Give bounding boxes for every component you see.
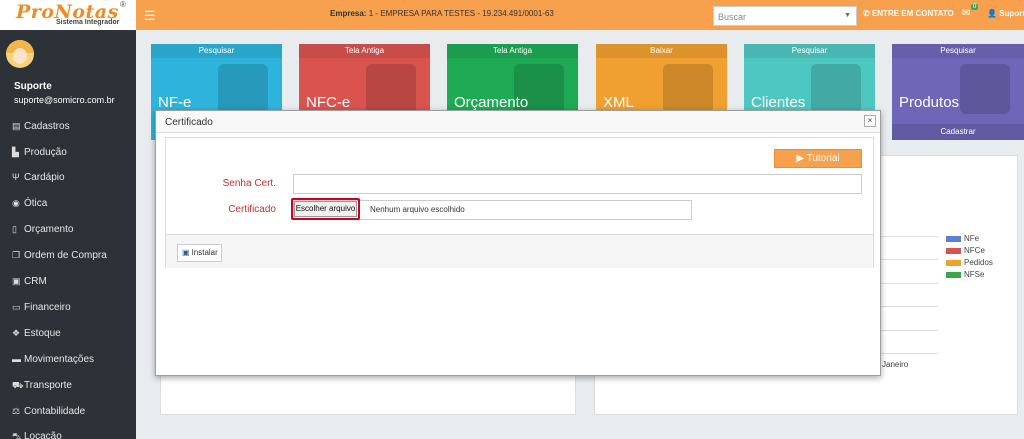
tile-title: XML (603, 94, 634, 111)
caret-down-icon: ▼ (844, 12, 851, 19)
copy-icon: ❐ (12, 250, 21, 260)
cutlery-icon: Ψ (12, 172, 20, 182)
factory-icon: ▙ (12, 147, 19, 157)
tile-header: Tela Antiga (299, 44, 430, 58)
tile-title: NF-e (158, 94, 192, 111)
sidebar: Suporte suporte@somicro.com.br ▤ Cadastro… (0, 30, 136, 439)
sidebar-item-cadastros[interactable]: ▤ Cadastros (12, 121, 70, 132)
sidebar-item-transporte[interactable]: ⛟Transporte (12, 380, 72, 392)
certificado-file-input[interactable]: Escolher arquivo Nenhum arquivo escolhid… (291, 198, 692, 220)
sidebar-item-movimentacoes[interactable]: ▬ Movimentações (12, 354, 94, 365)
cubes-icon: ❖ (12, 328, 21, 338)
company-info: Empresa: 1 - EMPRESA PARA TESTES - 19.23… (330, 9, 554, 18)
tile-header: Baixar (596, 44, 727, 58)
money-icon: ▭ (12, 302, 21, 312)
tutorial-button[interactable]: ▶ Tutorial (774, 149, 862, 168)
truck-icon: ⛟ (12, 380, 24, 390)
logo-registered-mark: ® (120, 0, 126, 9)
close-icon[interactable]: × (864, 115, 876, 127)
sidebar-item-financeiro[interactable]: ▭ Financeiro (12, 302, 71, 313)
mail-badge: 0 (971, 4, 979, 10)
contact-link[interactable]: ✆ ENTRE EM CONTATO (863, 9, 954, 18)
install-label: Instalar (191, 248, 218, 257)
tile-title: Clientes (751, 94, 806, 111)
sidebar-item-orcamento[interactable]: ▯ Orçamento (12, 224, 73, 235)
phone-icon: ✆ (863, 9, 870, 18)
sidebar-item-producao[interactable]: ▙ Produção (12, 147, 67, 158)
tile-header: Pesquisar (892, 44, 1024, 58)
modal-title: Certificado (165, 117, 213, 128)
tile-produtos[interactable]: Pesquisar Produtos Cadastrar (892, 44, 1024, 140)
top-bar: ProNotas ® Sistema Integrador ☰ Empresa:… (0, 0, 1024, 30)
file-icon: ▯ (12, 224, 17, 234)
company-label: Empresa: (330, 9, 367, 18)
certificado-modal: Certificado × ▶ Tutorial Senha Cert. Cer… (155, 110, 881, 376)
senha-cert-input[interactable] (293, 174, 862, 194)
install-button[interactable]: ▣ Instalar (177, 244, 222, 262)
envelope-icon[interactable]: ✉ (962, 8, 970, 19)
avatar (6, 40, 34, 68)
certificado-label: Certificado (228, 204, 276, 215)
choose-file-button[interactable]: Escolher arquivo (294, 201, 357, 217)
logo[interactable]: ProNotas ® Sistema Integrador (0, 0, 136, 30)
sidebar-item-cardapio[interactable]: Ψ Cardápio (12, 172, 65, 183)
chart-gridline (880, 236, 938, 237)
chart-gridline (880, 353, 938, 354)
user-name: Suporte (14, 81, 52, 92)
tile-title: NFC-e (306, 94, 351, 111)
form-footer: ▣ Instalar (166, 234, 873, 268)
chart-gridline (880, 330, 938, 331)
eye-icon: ◉ (12, 198, 20, 208)
chart-gridline (880, 259, 938, 260)
user-email: suporte@somicro.com.br (14, 95, 115, 105)
file-button-highlight: Escolher arquivo (291, 198, 360, 220)
balance-icon: ⚖ (12, 406, 21, 416)
legend-item-nfce: NFCe (946, 246, 985, 255)
tile-header: Pesquisar (151, 44, 282, 58)
legend-item-nfse: NFSe (946, 270, 984, 279)
tile-title: Produtos (899, 94, 960, 111)
sidebar-item-locacao[interactable]: ⛍ Locação (12, 431, 62, 439)
tile-footer[interactable]: Cadastrar (892, 124, 1024, 140)
book-icon: ▬ (12, 354, 21, 364)
search-select[interactable]: Buscar ▼ (713, 6, 857, 26)
sidebar-item-contabilidade[interactable]: ⚖ Contabilidade (12, 406, 85, 417)
balance-scale-icon (663, 64, 713, 114)
save-icon: ▣ (182, 248, 190, 257)
play-icon: ▶ (796, 153, 805, 164)
sidebar-item-crm[interactable]: ▣ CRM (12, 276, 47, 287)
user-menu[interactable]: 👤 Suporte (987, 9, 1024, 18)
file-icon: ▤ (12, 121, 21, 131)
tile-title: Orçamento (454, 94, 529, 111)
legend-item-pedidos: Pedidos (946, 258, 993, 267)
sidebar-item-otica[interactable]: ◉ Ótica (12, 198, 47, 209)
chart-gridline (880, 306, 938, 307)
chart-gridline (880, 283, 938, 284)
search-placeholder: Buscar (718, 12, 747, 22)
document-icon (218, 64, 268, 114)
tutorial-label: Tutorial (806, 153, 840, 164)
senha-label: Senha Cert. (222, 178, 276, 189)
car-icon: ⛍ (12, 431, 22, 439)
sidebar-item-ordem-de-compra[interactable]: ❐ Ordem de Compra (12, 250, 107, 261)
file-status: Nenhum arquivo escolhido (370, 205, 465, 214)
user-icon: 👤 (987, 9, 997, 18)
printer-icon (366, 64, 416, 114)
chart-axis-label: Janeiro (882, 360, 909, 369)
user-menu-label: Suporte (999, 9, 1024, 18)
users-icon (811, 64, 861, 114)
legend-item-nfe: NFe (946, 234, 979, 243)
crm-icon: ▣ (12, 276, 21, 286)
certificado-form: ▶ Tutorial Senha Cert. Certificado Escol… (165, 137, 874, 268)
contact-label: ENTRE EM CONTATO (871, 9, 954, 18)
modal-header: Certificado × (156, 111, 880, 133)
sidebar-item-estoque[interactable]: ❖ Estoque (12, 328, 61, 339)
hamburger-menu-icon[interactable]: ☰ (144, 8, 156, 24)
company-value: 1 - EMPRESA PARA TESTES - 19.234.491/000… (368, 9, 554, 18)
tile-header: Tela Antiga (447, 44, 578, 58)
cart-icon (960, 64, 1010, 114)
tile-header: Pesquisar (744, 44, 875, 58)
logo-subtitle: Sistema Integrador (56, 19, 120, 26)
